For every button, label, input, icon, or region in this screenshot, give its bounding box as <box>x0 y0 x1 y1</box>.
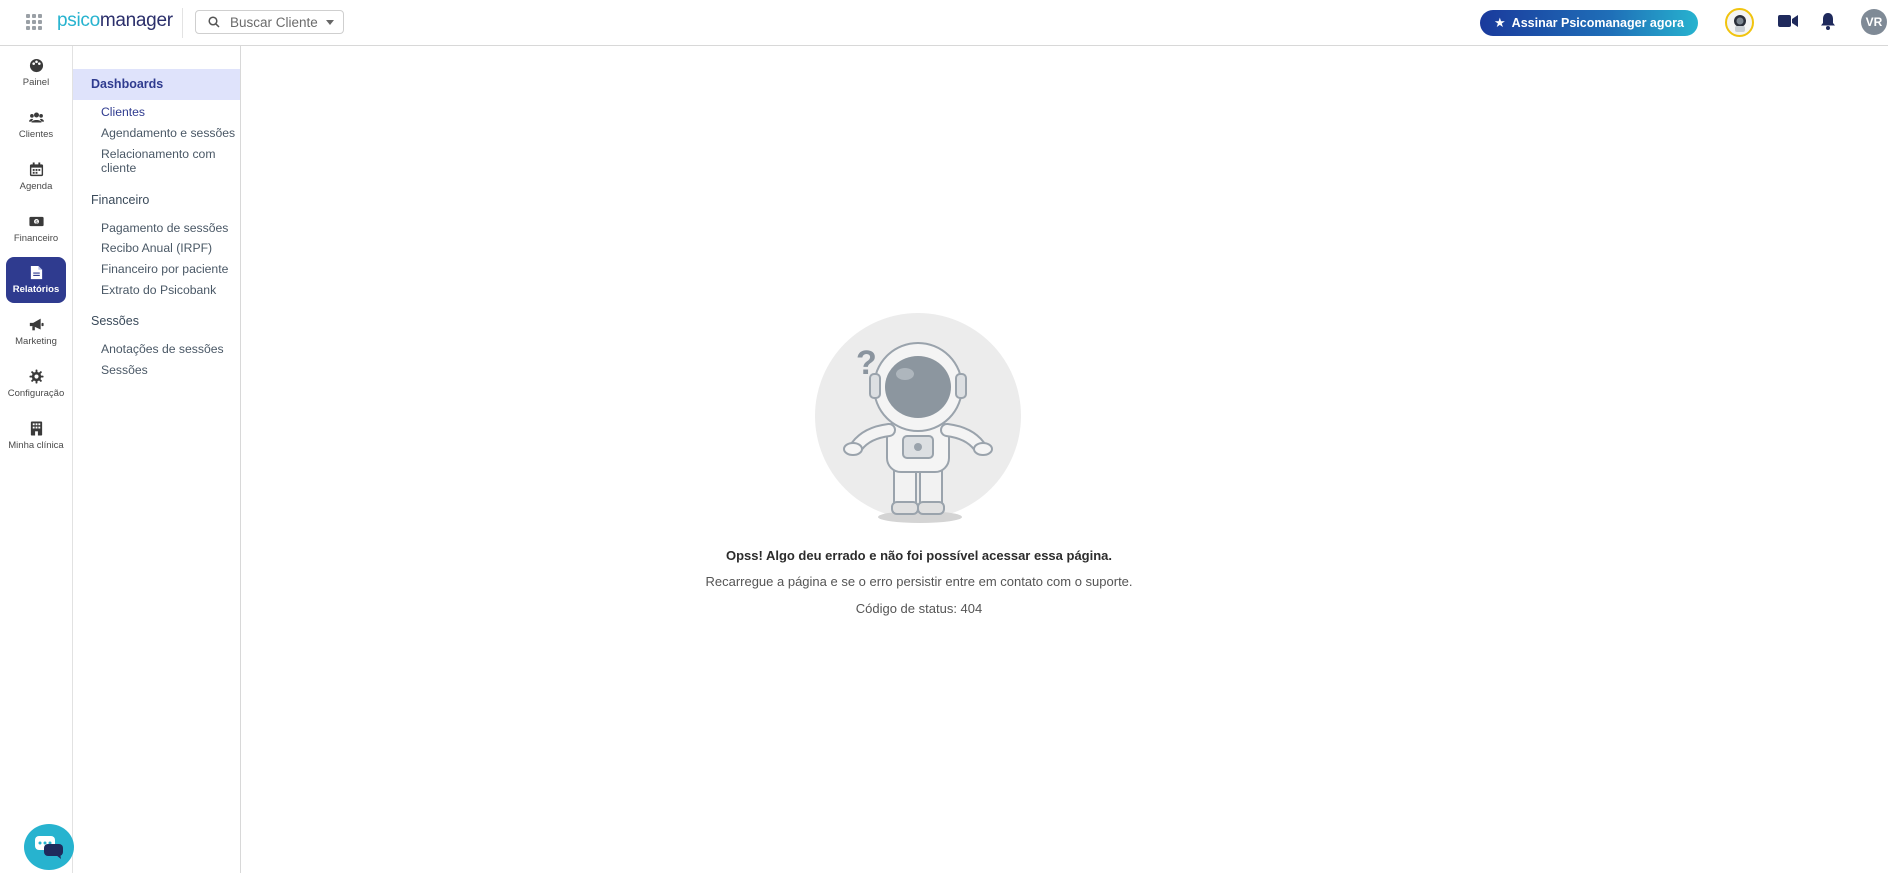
submenu-item-sessoes[interactable]: Sessões <box>101 363 236 377</box>
nav-item-painel[interactable]: Painel <box>6 50 66 96</box>
divider <box>182 8 183 38</box>
nav-rail: Painel Clientes Agenda $ Financeiro Rela… <box>0 46 73 873</box>
submenu-item-agendamento[interactable]: Agendamento e sessões <box>101 126 236 140</box>
astronaut-icon <box>1733 14 1746 32</box>
logo[interactable]: psicomanager <box>57 10 173 32</box>
building-icon <box>30 421 42 436</box>
submenu-item-pagamento[interactable]: Pagamento de sessões <box>101 221 236 235</box>
search-placeholder: Buscar Cliente <box>230 14 318 30</box>
submenu-section-sessoes[interactable]: Sessões <box>73 314 240 328</box>
nav-item-configuracao[interactable]: Configuração <box>6 361 66 407</box>
nav-item-agenda[interactable]: Agenda <box>6 154 66 200</box>
submenu-item-clientes[interactable]: Clientes <box>101 105 236 119</box>
main-content: ? Opss! Algo deu errado e não foi possív… <box>241 46 1888 873</box>
submenu-section-financeiro[interactable]: Financeiro <box>73 193 240 207</box>
megaphone-icon <box>29 318 44 331</box>
calendar-icon <box>29 162 43 177</box>
apps-grid-icon[interactable] <box>26 14 42 30</box>
astronaut-illustration: ? <box>815 313 1021 523</box>
search-icon <box>208 16 220 28</box>
submenu-item-relacionamento[interactable]: Relacionamento com cliente <box>101 147 226 175</box>
error-title: Opss! Algo deu errado e não foi possível… <box>725 548 1113 563</box>
submenu-item-financeiro-paciente[interactable]: Financeiro por paciente <box>101 262 236 276</box>
error-description: Recarregue a página e se o erro persisti… <box>705 574 1133 589</box>
search-input[interactable]: Buscar Cliente <box>195 10 344 34</box>
reports-submenu: Dashboards Clientes Agendamento e sessõe… <box>73 46 241 873</box>
chevron-down-icon <box>325 19 334 25</box>
submenu-section-dashboards[interactable]: Dashboards <box>73 69 240 100</box>
users-icon <box>28 112 44 123</box>
nav-item-minha-clinica[interactable]: Minha clínica <box>6 413 66 459</box>
money-icon: $ <box>28 216 44 227</box>
submenu-item-extrato[interactable]: Extrato do Psicobank <box>101 283 236 297</box>
nav-item-marketing[interactable]: Marketing <box>6 309 66 355</box>
star-icon: ★ <box>1494 15 1506 30</box>
error-status-code: Código de status: 404 <box>855 601 983 616</box>
nav-item-relatorios[interactable]: Relatórios <box>6 257 66 303</box>
report-icon <box>30 265 42 280</box>
top-bar: psicomanager Buscar Cliente ★ Assinar Ps… <box>0 0 1888 46</box>
nav-item-clientes[interactable]: Clientes <box>6 102 66 148</box>
subscribe-button[interactable]: ★ Assinar Psicomanager agora <box>1480 10 1698 36</box>
submenu-item-anotacoes[interactable]: Anotações de sessões <box>101 342 236 356</box>
gear-icon <box>28 369 44 384</box>
chat-icon <box>35 836 63 859</box>
palette-icon <box>29 58 43 73</box>
user-avatar[interactable]: VR <box>1861 9 1887 35</box>
nav-item-financeiro[interactable]: $ Financeiro <box>6 206 66 252</box>
bell-icon[interactable] <box>1820 12 1836 30</box>
submenu-item-recibo[interactable]: Recibo Anual (IRPF) <box>101 241 236 255</box>
astronaut-avatar[interactable] <box>1725 8 1754 37</box>
video-icon[interactable] <box>1778 14 1798 28</box>
chat-button[interactable] <box>24 824 74 870</box>
